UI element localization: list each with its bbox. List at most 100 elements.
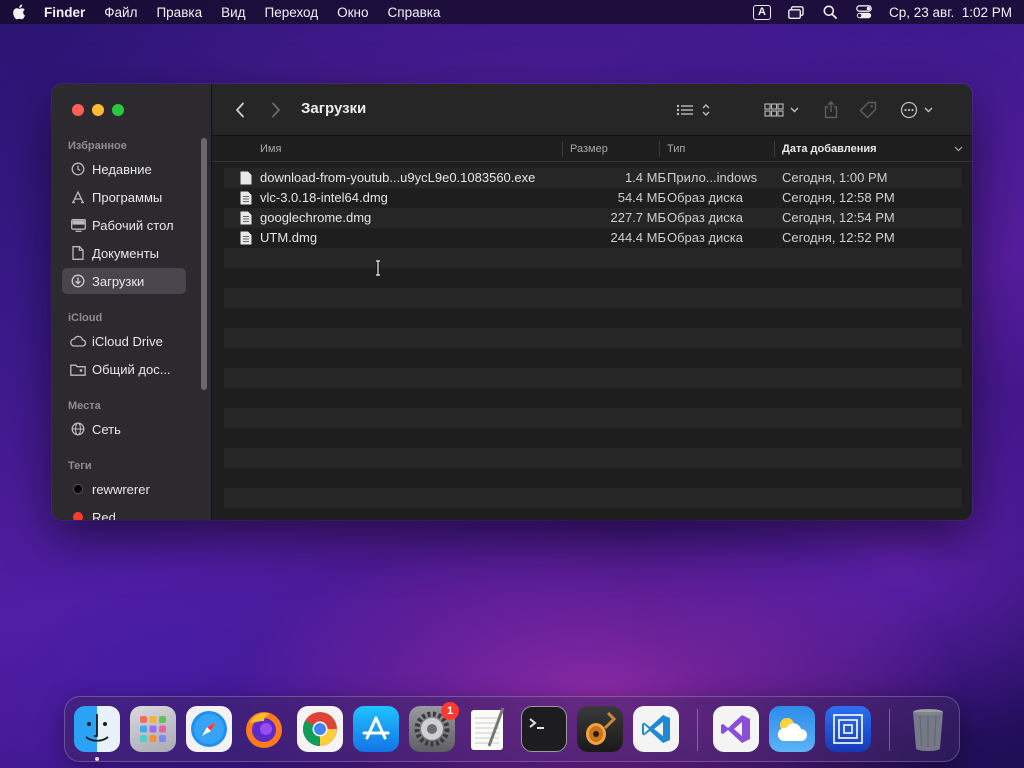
file-kind: Образ диска: [667, 230, 743, 245]
empty-row: [224, 408, 962, 428]
download-icon: [70, 273, 86, 289]
column-name[interactable]: Имя: [260, 136, 281, 162]
running-indicator: [95, 757, 99, 761]
sidebar-item-label: Недавние: [92, 161, 152, 177]
file-kind: Образ диска: [667, 210, 743, 225]
file-kind: Прило...indows: [667, 170, 758, 185]
screen-sharing-icon[interactable]: [825, 706, 871, 752]
file-kind: Образ диска: [667, 190, 743, 205]
empty-row: [224, 348, 962, 368]
sidebar-item-label: Рабочий стол: [92, 217, 174, 233]
textedit-icon[interactable]: [465, 706, 511, 752]
desktop-icon: [70, 217, 86, 233]
disk-image-file-icon: [240, 191, 252, 205]
empty-row: [224, 388, 962, 408]
tag-dot-icon: [70, 481, 86, 497]
zoom-button[interactable]: [112, 104, 124, 116]
column-divider[interactable]: [774, 141, 775, 157]
file-name: download-from-youtub...u9ycL9e0.1083560.…: [260, 170, 536, 185]
empty-row: [224, 368, 962, 388]
forward-button[interactable]: [268, 100, 284, 120]
sidebar-scrollbar[interactable]: [201, 138, 207, 390]
sidebar: Избранное Недавние Программы Рабочий сто…: [52, 84, 212, 520]
file-size: 1.4 МБ: [624, 170, 666, 185]
apple-menu-icon[interactable]: [12, 4, 26, 20]
table-row[interactable]: googlechrome.dmg 227.7 МБ Образ диска Се…: [224, 208, 962, 228]
column-divider[interactable]: [659, 141, 660, 157]
sidebar-item-documents[interactable]: Документы: [62, 240, 186, 266]
empty-row: [224, 328, 962, 348]
tag-dot-icon: [70, 509, 86, 520]
close-button[interactable]: [72, 104, 84, 116]
sidebar-tag-red[interactable]: Red: [62, 504, 186, 520]
sidebar-section-places: Места: [68, 400, 101, 412]
shared-folder-icon: [70, 361, 86, 377]
finder-window: Избранное Недавние Программы Рабочий сто…: [52, 84, 972, 520]
empty-row: [224, 448, 962, 468]
weather-icon[interactable]: [769, 706, 815, 752]
menu-finder[interactable]: Finder: [44, 5, 85, 20]
menu-file[interactable]: Файл: [104, 5, 137, 20]
table-row[interactable]: UTM.dmg 244.4 МБ Образ диска Сегодня, 12…: [224, 228, 962, 248]
list-view-button[interactable]: [674, 100, 712, 120]
share-icon[interactable]: [822, 100, 840, 120]
sort-chevron-down-icon[interactable]: [954, 136, 963, 162]
vscode-icon[interactable]: [633, 706, 679, 752]
file-name: UTM.dmg: [260, 230, 318, 245]
menu-window[interactable]: Окно: [337, 5, 368, 20]
sidebar-item-label: Сеть: [92, 421, 121, 437]
sidebar-item-shared[interactable]: Общий дос...: [62, 356, 186, 382]
display-mirror-icon[interactable]: [787, 4, 805, 20]
cloud-icon: [70, 333, 86, 349]
column-header: Имя Размер Тип Дата добавления: [212, 136, 972, 162]
menubar-clock[interactable]: Ср, 23 авг. 1:02 PM: [889, 5, 1012, 20]
menu-edit[interactable]: Правка: [156, 5, 202, 20]
sidebar-item-applications[interactable]: Программы: [62, 184, 186, 210]
back-button[interactable]: [232, 100, 248, 120]
spotlight-search-icon[interactable]: [821, 4, 839, 20]
trash-icon[interactable]: [905, 706, 951, 752]
column-date-added[interactable]: Дата добавления: [782, 136, 877, 162]
garageband-icon[interactable]: [577, 706, 623, 752]
terminal-icon[interactable]: [521, 706, 567, 752]
empty-row: [224, 268, 962, 288]
chrome-icon[interactable]: [297, 706, 343, 752]
dock-separator: [889, 709, 890, 751]
sidebar-item-label: rewwrerer: [92, 481, 150, 497]
finder-icon[interactable]: [74, 706, 120, 752]
group-view-button[interactable]: [764, 100, 802, 120]
column-size[interactable]: Размер: [570, 136, 608, 162]
sidebar-section-tags: Теги: [68, 460, 92, 472]
control-center-icon[interactable]: [855, 4, 873, 20]
visual-studio-icon[interactable]: [713, 706, 759, 752]
more-actions-button[interactable]: [900, 100, 936, 120]
safari-icon[interactable]: [186, 706, 232, 752]
column-kind[interactable]: Тип: [667, 136, 685, 162]
sidebar-item-network[interactable]: Сеть: [62, 416, 186, 442]
table-row[interactable]: vlc-3.0.18-intel64.dmg 54.4 МБ Образ дис…: [224, 188, 962, 208]
menu-help[interactable]: Справка: [388, 5, 441, 20]
document-icon: [70, 245, 86, 261]
menu-view[interactable]: Вид: [221, 5, 245, 20]
firefox-icon[interactable]: [241, 706, 287, 752]
table-row[interactable]: download-from-youtub...u9ycL9e0.1083560.…: [224, 168, 962, 188]
input-source-indicator[interactable]: A: [753, 4, 771, 20]
sidebar-item-icloud-drive[interactable]: iCloud Drive: [62, 328, 186, 354]
column-divider[interactable]: [562, 141, 563, 157]
sidebar-item-downloads[interactable]: Загрузки: [62, 268, 186, 294]
sidebar-item-recents[interactable]: Недавние: [62, 156, 186, 182]
sidebar-item-label: iCloud Drive: [92, 333, 163, 349]
launchpad-icon[interactable]: [130, 706, 176, 752]
sidebar-tag-rewwrerer[interactable]: rewwrerer: [62, 476, 186, 502]
file-size: 244.4 МБ: [610, 230, 666, 245]
tag-icon[interactable]: [858, 100, 878, 120]
file-date: Сегодня, 12:52 PM: [782, 230, 895, 245]
file-icon: [240, 171, 252, 185]
menu-go[interactable]: Переход: [265, 5, 319, 20]
sidebar-item-desktop[interactable]: Рабочий стол: [62, 212, 186, 238]
dock-separator: [697, 709, 698, 751]
app-store-icon[interactable]: [353, 706, 399, 752]
minimize-button[interactable]: [92, 104, 104, 116]
sidebar-item-label: Red: [92, 509, 116, 521]
empty-row: [224, 308, 962, 328]
